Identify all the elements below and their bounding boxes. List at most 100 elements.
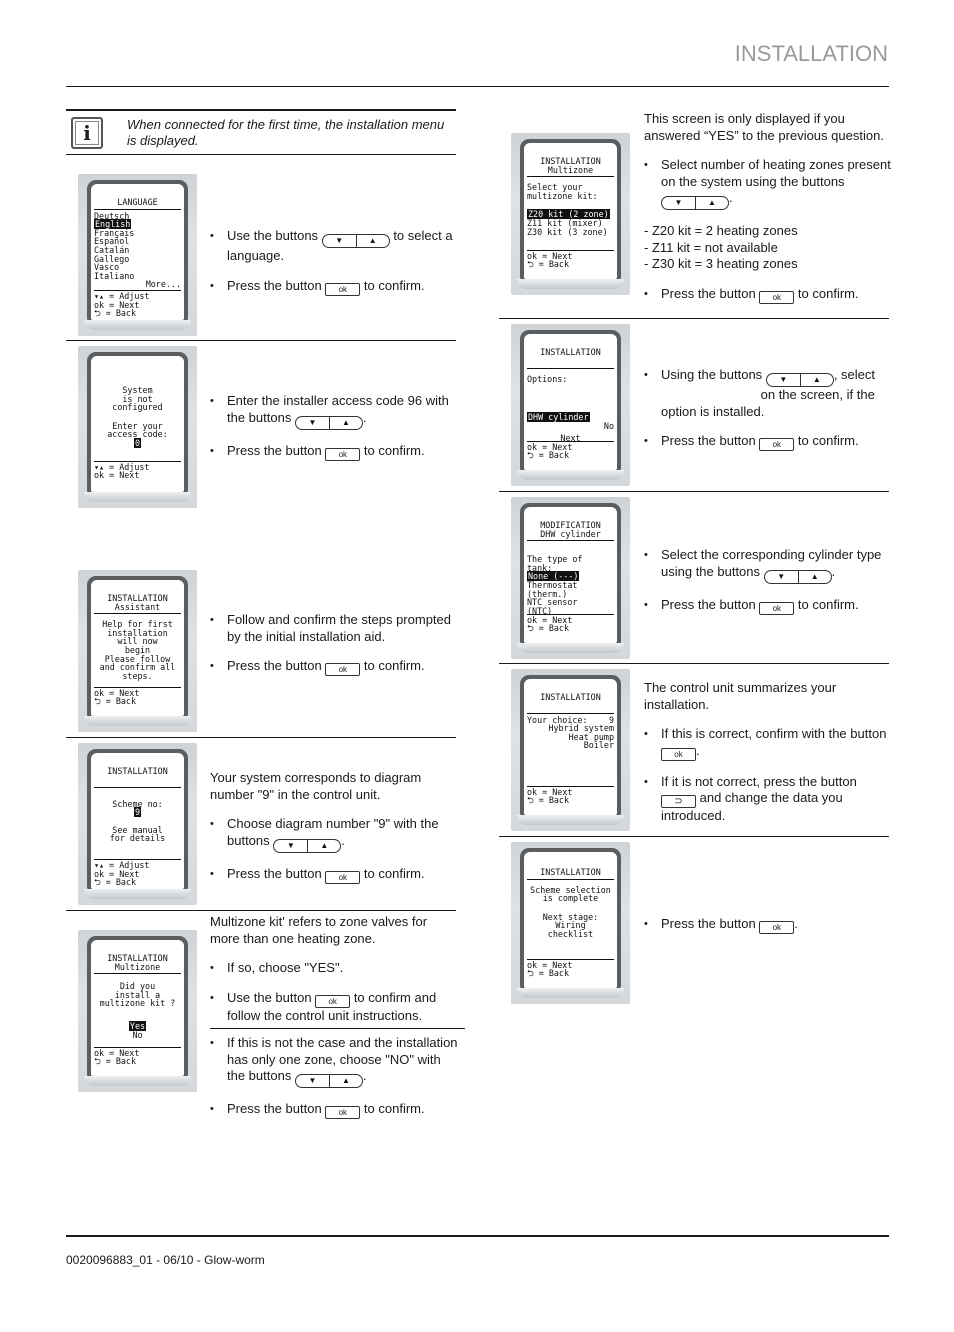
down-arrow-icon: ▼ <box>321 234 356 248</box>
arrow-buttons: ▼ ▲ <box>661 196 729 210</box>
up-arrow-icon: ▲ <box>328 1074 363 1088</box>
device-screen-language: LANGUAGE Deutsch English Français Españo… <box>78 174 197 336</box>
divider <box>499 663 889 664</box>
screen-line: is complete <box>542 893 599 904</box>
instruction-text: Select number of heating zones present o… <box>661 157 891 189</box>
step-options-text: Using the buttons ▼▲, select on the scre… <box>644 367 892 464</box>
arrow-buttons: ▼ ▲ <box>765 373 834 387</box>
instruction-text: . <box>794 916 798 931</box>
back-button-icon: ⊃ <box>661 795 696 808</box>
legend-line: ⮌ = Back <box>527 795 570 806</box>
option: No <box>132 1029 143 1040</box>
screen-line: Boiler <box>583 740 614 751</box>
kit-description: - Z11 kit = not available <box>644 239 778 255</box>
screen-title: INSTALLATION <box>540 692 601 702</box>
instruction-text: Press the button <box>227 442 322 458</box>
kit-description: - Z30 kit = 3 heating zones <box>644 256 798 271</box>
up-arrow-icon: ▲ <box>307 838 342 853</box>
legend-line: ⮌ = Back <box>527 623 570 634</box>
screen-subtitle: Assistant <box>114 601 161 612</box>
instruction-text: Press the button <box>227 865 322 881</box>
arrow-buttons: ▼ ▲ <box>294 415 363 430</box>
intro-text: The control unit summarizes your install… <box>644 680 837 712</box>
legend-line: ⮌ = Back <box>94 696 137 707</box>
document-reference: 0020096883_01 - 06/10 - Glow-worm <box>66 1253 265 1267</box>
arrow-buttons: ▼ ▲ <box>294 1074 363 1088</box>
instruction-text: Press the button <box>227 658 322 673</box>
device-screen-multizone-kit: INSTALLATION Multizone Select your multi… <box>511 133 630 295</box>
step-scheme-text: Your system corresponds to diagram numbe… <box>210 770 460 897</box>
instruction-text: Using the buttons <box>661 367 763 382</box>
instruction-text: . <box>729 190 733 205</box>
step-multizone-question-text: Multizone kit' refers to zone valves for… <box>210 914 465 1132</box>
screen-line: checklist <box>547 928 594 939</box>
step-multizone-kit-text: This screen is only displayed if you ans… <box>644 111 892 317</box>
ok-button-icon: ok <box>759 438 795 451</box>
instruction-text: to confirm. <box>797 285 859 301</box>
instruction-text: Press the button <box>661 916 756 931</box>
device-screen-dhw-modification: MODIFICATION DHW cylinder The type of ta… <box>511 497 630 659</box>
instruction-text: Press the button <box>661 596 756 612</box>
legend-line: ⮌ = Back <box>94 308 137 319</box>
instruction-text: to confirm. <box>363 277 425 293</box>
screen-title: INSTALLATION <box>540 867 601 877</box>
screen-line: for details <box>109 833 166 844</box>
instruction-text: , select <box>833 367 875 382</box>
options-label: Options: <box>527 373 568 384</box>
intro-text: Your system corresponds to diagram numbe… <box>210 770 422 802</box>
instruction-text: Use the buttons <box>227 228 319 243</box>
legend-line: ok = Next <box>94 470 140 481</box>
ok-button-icon: ok <box>315 994 351 1008</box>
step-complete-text: Press the button ok. <box>644 916 892 947</box>
instruction-text: Press the button <box>227 1101 322 1116</box>
instruction-text: to confirm. <box>363 658 425 673</box>
instruction-text: Press the button <box>661 285 756 301</box>
option-value: No <box>603 420 614 431</box>
ok-button-icon: ok <box>661 747 696 761</box>
legend-line: ⮌ = Back <box>94 877 137 888</box>
scheme-value: 9 <box>133 807 142 818</box>
up-arrow-icon: ▲ <box>355 234 390 248</box>
screen-line: multizone kit: <box>527 190 598 201</box>
device-screen-options: INSTALLATION Options: DHW cylinder No Ne… <box>511 324 630 486</box>
step-language-text: Use the buttons ▼▲ to select a language.… <box>210 228 460 309</box>
screen-title: LANGUAGE <box>117 197 158 207</box>
arrow-buttons: ▼ ▲ <box>321 234 390 248</box>
divider <box>66 737 456 738</box>
up-arrow-icon: ▲ <box>799 373 834 387</box>
instruction-text: to confirm. <box>363 865 425 881</box>
screen-subtitle: Multizone <box>114 961 161 972</box>
footer-divider <box>66 1235 889 1237</box>
ok-button-icon: ok <box>759 601 795 615</box>
instruction-text: If this is correct, confirm with the but… <box>661 726 887 741</box>
instruction-text: . <box>696 742 700 758</box>
instruction-text: Use the button <box>227 989 312 1005</box>
divider <box>66 340 456 341</box>
info-note: i When connected for the first time, the… <box>66 109 456 155</box>
legend-line: ⮌ = Back <box>527 968 570 979</box>
screen-title: INSTALLATION <box>107 766 168 776</box>
up-arrow-icon: ▲ <box>328 415 363 430</box>
divider <box>499 491 889 492</box>
ok-button-icon: ok <box>325 663 361 676</box>
step-dhw-text: Select the corresponding cylinder type u… <box>644 547 892 628</box>
ok-button-icon: ok <box>759 290 795 304</box>
instruction-text: to confirm. <box>363 1101 425 1116</box>
instruction-text: . <box>831 563 836 579</box>
instruction-text: . <box>341 832 345 848</box>
down-arrow-icon: ▼ <box>294 1074 329 1088</box>
screen-line: configured <box>112 402 163 413</box>
device-screen-access-code: System is not configured Enter your acce… <box>78 346 197 508</box>
ok-button-icon: ok <box>759 921 795 934</box>
down-arrow-icon: ▼ <box>661 196 695 210</box>
device-screen-multizone-question: INSTALLATION Multizone Did you install a… <box>78 930 197 1092</box>
divider <box>66 910 456 911</box>
instruction-text: to confirm. <box>797 596 859 612</box>
intro-text: This screen is only displayed if you ans… <box>644 111 884 143</box>
up-arrow-icon: ▲ <box>695 196 729 210</box>
ok-button-icon: ok <box>325 870 361 884</box>
instruction-text: Press the button <box>661 433 756 448</box>
screen-title: INSTALLATION <box>540 347 601 357</box>
info-icon: i <box>71 117 103 149</box>
down-arrow-icon: ▼ <box>763 569 798 584</box>
